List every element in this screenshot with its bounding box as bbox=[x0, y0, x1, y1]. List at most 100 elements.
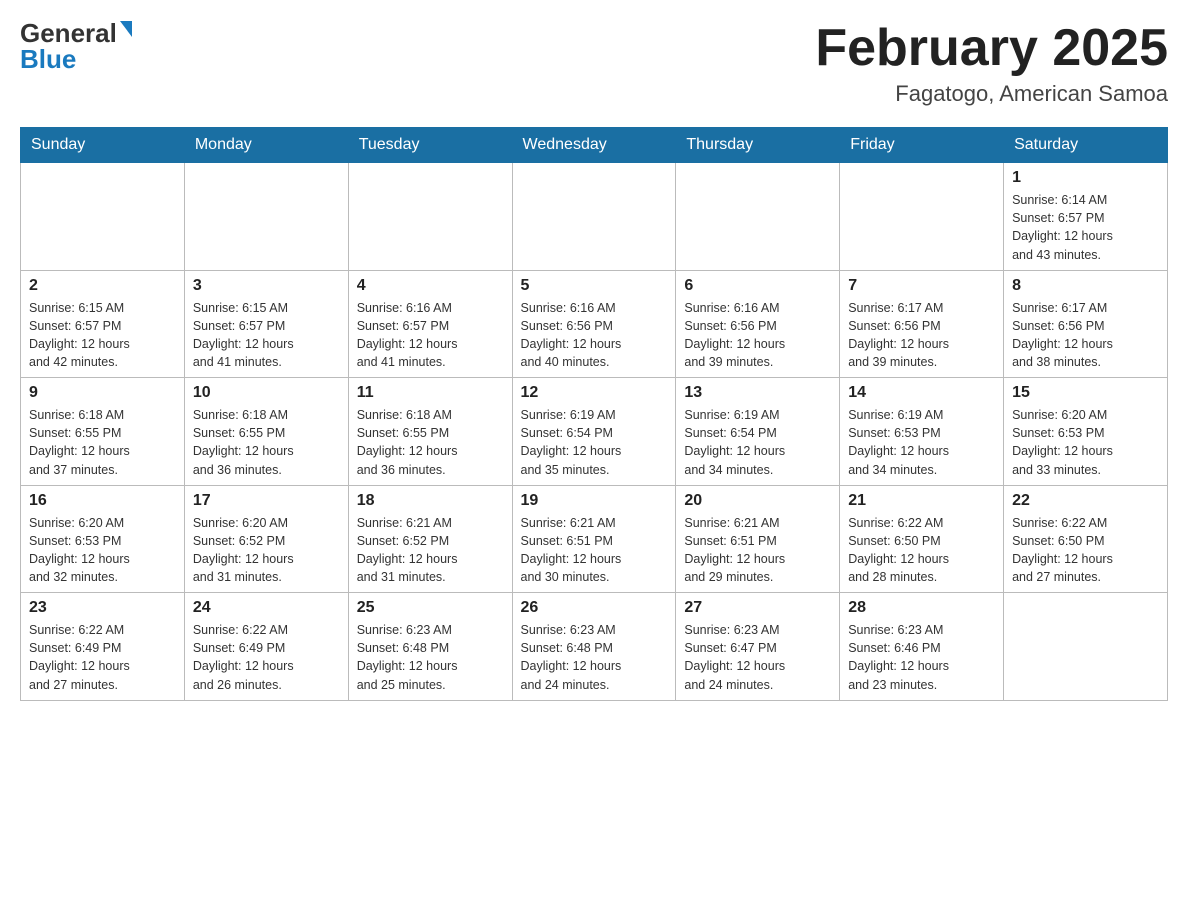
day-number: 22 bbox=[1012, 492, 1159, 510]
day-info: Sunrise: 6:19 AM Sunset: 6:54 PM Dayligh… bbox=[684, 406, 831, 479]
day-info: Sunrise: 6:18 AM Sunset: 6:55 PM Dayligh… bbox=[357, 406, 504, 479]
calendar-title-block: February 2025 Fagatogo, American Samoa bbox=[815, 20, 1168, 107]
calendar-cell bbox=[184, 163, 348, 271]
calendar-cell: 17Sunrise: 6:20 AM Sunset: 6:52 PM Dayli… bbox=[184, 485, 348, 593]
calendar-cell: 25 Sunrise: 6:23 AM Sunset: 6:48 PM Dayli… bbox=[348, 593, 512, 701]
calendar-cell: 6 Sunrise: 6:16 AM Sunset: 6:56 PM Daylig… bbox=[676, 270, 840, 378]
logo: General Blue bbox=[20, 20, 132, 72]
day-info: Sunrise: 6:20 AM Sunset: 6:52 PM Dayligh… bbox=[193, 514, 340, 587]
calendar-cell: 7 Sunrise: 6:17 AM Sunset: 6:56 PM Daylig… bbox=[840, 270, 1004, 378]
day-info: Sunrise: 6:22 AM Sunset: 6:50 PM Dayligh… bbox=[848, 514, 995, 587]
day-number: 23 bbox=[29, 599, 176, 617]
calendar-cell bbox=[1004, 593, 1168, 701]
day-number: 4 bbox=[357, 277, 504, 295]
day-info: Sunrise: 6:14 AM Sunset: 6:57 PM Dayligh… bbox=[1012, 191, 1159, 264]
day-number: 27 bbox=[684, 599, 831, 617]
day-info: Sunrise: 6:19 AM Sunset: 6:54 PM Dayligh… bbox=[521, 406, 668, 479]
day-number: 14 bbox=[848, 384, 995, 402]
day-info: Sunrise: 6:17 AM Sunset: 6:56 PM Dayligh… bbox=[848, 299, 995, 372]
day-number: 26 bbox=[521, 599, 668, 617]
day-number: 21 bbox=[848, 492, 995, 510]
day-number: 8 bbox=[1012, 277, 1159, 295]
calendar-cell: 1 Sunrise: 6:14 AM Sunset: 6:57 PM Daylig… bbox=[1004, 163, 1168, 271]
day-info: Sunrise: 6:16 AM Sunset: 6:56 PM Dayligh… bbox=[521, 299, 668, 372]
calendar-week-row: 2 Sunrise: 6:15 AM Sunset: 6:57 PM Daylig… bbox=[21, 270, 1168, 378]
day-info: Sunrise: 6:21 AM Sunset: 6:52 PM Dayligh… bbox=[357, 514, 504, 587]
calendar-week-row: 1 Sunrise: 6:14 AM Sunset: 6:57 PM Daylig… bbox=[21, 163, 1168, 271]
calendar-cell: 4 Sunrise: 6:16 AM Sunset: 6:57 PM Daylig… bbox=[348, 270, 512, 378]
day-info: Sunrise: 6:16 AM Sunset: 6:57 PM Dayligh… bbox=[357, 299, 504, 372]
calendar-week-row: 9 Sunrise: 6:18 AM Sunset: 6:55 PM Daylig… bbox=[21, 378, 1168, 486]
day-info: Sunrise: 6:22 AM Sunset: 6:49 PM Dayligh… bbox=[193, 621, 340, 694]
day-number: 18 bbox=[357, 492, 504, 510]
calendar-cell: 19Sunrise: 6:21 AM Sunset: 6:51 PM Dayli… bbox=[512, 485, 676, 593]
calendar-cell: 16Sunrise: 6:20 AM Sunset: 6:53 PM Dayli… bbox=[21, 485, 185, 593]
day-info: Sunrise: 6:15 AM Sunset: 6:57 PM Dayligh… bbox=[193, 299, 340, 372]
logo-arrow-icon bbox=[120, 21, 132, 37]
day-headers-row: SundayMondayTuesdayWednesdayThursdayFrid… bbox=[21, 128, 1168, 163]
day-number: 25 bbox=[357, 599, 504, 617]
day-number: 6 bbox=[684, 277, 831, 295]
logo-blue-text: Blue bbox=[20, 46, 76, 72]
calendar-cell: 14 Sunrise: 6:19 AM Sunset: 6:53 PM Dayli… bbox=[840, 378, 1004, 486]
calendar-cell: 27 Sunrise: 6:23 AM Sunset: 6:47 PM Dayli… bbox=[676, 593, 840, 701]
day-number: 3 bbox=[193, 277, 340, 295]
calendar-table: SundayMondayTuesdayWednesdayThursdayFrid… bbox=[20, 127, 1168, 701]
calendar-cell: 24Sunrise: 6:22 AM Sunset: 6:49 PM Dayli… bbox=[184, 593, 348, 701]
calendar-body: 1 Sunrise: 6:14 AM Sunset: 6:57 PM Daylig… bbox=[21, 163, 1168, 701]
day-info: Sunrise: 6:21 AM Sunset: 6:51 PM Dayligh… bbox=[684, 514, 831, 587]
day-info: Sunrise: 6:23 AM Sunset: 6:47 PM Dayligh… bbox=[684, 621, 831, 694]
day-number: 2 bbox=[29, 277, 176, 295]
calendar-cell: 12 Sunrise: 6:19 AM Sunset: 6:54 PM Dayli… bbox=[512, 378, 676, 486]
day-info: Sunrise: 6:20 AM Sunset: 6:53 PM Dayligh… bbox=[29, 514, 176, 587]
calendar-cell: 11 Sunrise: 6:18 AM Sunset: 6:55 PM Dayli… bbox=[348, 378, 512, 486]
day-number: 12 bbox=[521, 384, 668, 402]
day-info: Sunrise: 6:18 AM Sunset: 6:55 PM Dayligh… bbox=[193, 406, 340, 479]
day-number: 28 bbox=[848, 599, 995, 617]
day-number: 19 bbox=[521, 492, 668, 510]
day-number: 11 bbox=[357, 384, 504, 402]
day-header-wednesday: Wednesday bbox=[512, 128, 676, 163]
calendar-cell bbox=[840, 163, 1004, 271]
calendar-cell: 20 Sunrise: 6:21 AM Sunset: 6:51 PM Dayli… bbox=[676, 485, 840, 593]
day-header-tuesday: Tuesday bbox=[348, 128, 512, 163]
day-info: Sunrise: 6:19 AM Sunset: 6:53 PM Dayligh… bbox=[848, 406, 995, 479]
day-info: Sunrise: 6:22 AM Sunset: 6:49 PM Dayligh… bbox=[29, 621, 176, 694]
calendar-cell: 3 Sunrise: 6:15 AM Sunset: 6:57 PM Daylig… bbox=[184, 270, 348, 378]
day-info: Sunrise: 6:23 AM Sunset: 6:48 PM Dayligh… bbox=[357, 621, 504, 694]
day-number: 13 bbox=[684, 384, 831, 402]
calendar-week-row: 16Sunrise: 6:20 AM Sunset: 6:53 PM Dayli… bbox=[21, 485, 1168, 593]
calendar-cell: 26 Sunrise: 6:23 AM Sunset: 6:48 PM Dayli… bbox=[512, 593, 676, 701]
calendar-cell: 5 Sunrise: 6:16 AM Sunset: 6:56 PM Daylig… bbox=[512, 270, 676, 378]
calendar-cell: 10Sunrise: 6:18 AM Sunset: 6:55 PM Dayli… bbox=[184, 378, 348, 486]
calendar-cell: 28 Sunrise: 6:23 AM Sunset: 6:46 PM Dayli… bbox=[840, 593, 1004, 701]
calendar-cell: 18 Sunrise: 6:21 AM Sunset: 6:52 PM Dayli… bbox=[348, 485, 512, 593]
calendar-cell: 8 Sunrise: 6:17 AM Sunset: 6:56 PM Daylig… bbox=[1004, 270, 1168, 378]
day-info: Sunrise: 6:17 AM Sunset: 6:56 PM Dayligh… bbox=[1012, 299, 1159, 372]
day-info: Sunrise: 6:23 AM Sunset: 6:48 PM Dayligh… bbox=[521, 621, 668, 694]
calendar-cell: 2Sunrise: 6:15 AM Sunset: 6:57 PM Daylig… bbox=[21, 270, 185, 378]
day-number: 7 bbox=[848, 277, 995, 295]
day-info: Sunrise: 6:18 AM Sunset: 6:55 PM Dayligh… bbox=[29, 406, 176, 479]
day-number: 1 bbox=[1012, 169, 1159, 187]
day-info: Sunrise: 6:16 AM Sunset: 6:56 PM Dayligh… bbox=[684, 299, 831, 372]
day-number: 9 bbox=[29, 384, 176, 402]
day-number: 20 bbox=[684, 492, 831, 510]
calendar-cell bbox=[676, 163, 840, 271]
day-header-saturday: Saturday bbox=[1004, 128, 1168, 163]
day-number: 5 bbox=[521, 277, 668, 295]
day-header-sunday: Sunday bbox=[21, 128, 185, 163]
calendar-cell: 22Sunrise: 6:22 AM Sunset: 6:50 PM Dayli… bbox=[1004, 485, 1168, 593]
calendar-cell: 23 Sunrise: 6:22 AM Sunset: 6:49 PM Dayli… bbox=[21, 593, 185, 701]
page-header: General Blue February 2025 Fagatogo, Ame… bbox=[20, 20, 1168, 107]
day-info: Sunrise: 6:23 AM Sunset: 6:46 PM Dayligh… bbox=[848, 621, 995, 694]
calendar-cell: 21 Sunrise: 6:22 AM Sunset: 6:50 PM Dayli… bbox=[840, 485, 1004, 593]
day-header-monday: Monday bbox=[184, 128, 348, 163]
calendar-cell bbox=[348, 163, 512, 271]
calendar-week-row: 23 Sunrise: 6:22 AM Sunset: 6:49 PM Dayli… bbox=[21, 593, 1168, 701]
calendar-cell: 13 Sunrise: 6:19 AM Sunset: 6:54 PM Dayli… bbox=[676, 378, 840, 486]
calendar-cell bbox=[512, 163, 676, 271]
calendar-cell: 9 Sunrise: 6:18 AM Sunset: 6:55 PM Daylig… bbox=[21, 378, 185, 486]
calendar-header: SundayMondayTuesdayWednesdayThursdayFrid… bbox=[21, 128, 1168, 163]
calendar-cell: 15Sunrise: 6:20 AM Sunset: 6:53 PM Dayli… bbox=[1004, 378, 1168, 486]
